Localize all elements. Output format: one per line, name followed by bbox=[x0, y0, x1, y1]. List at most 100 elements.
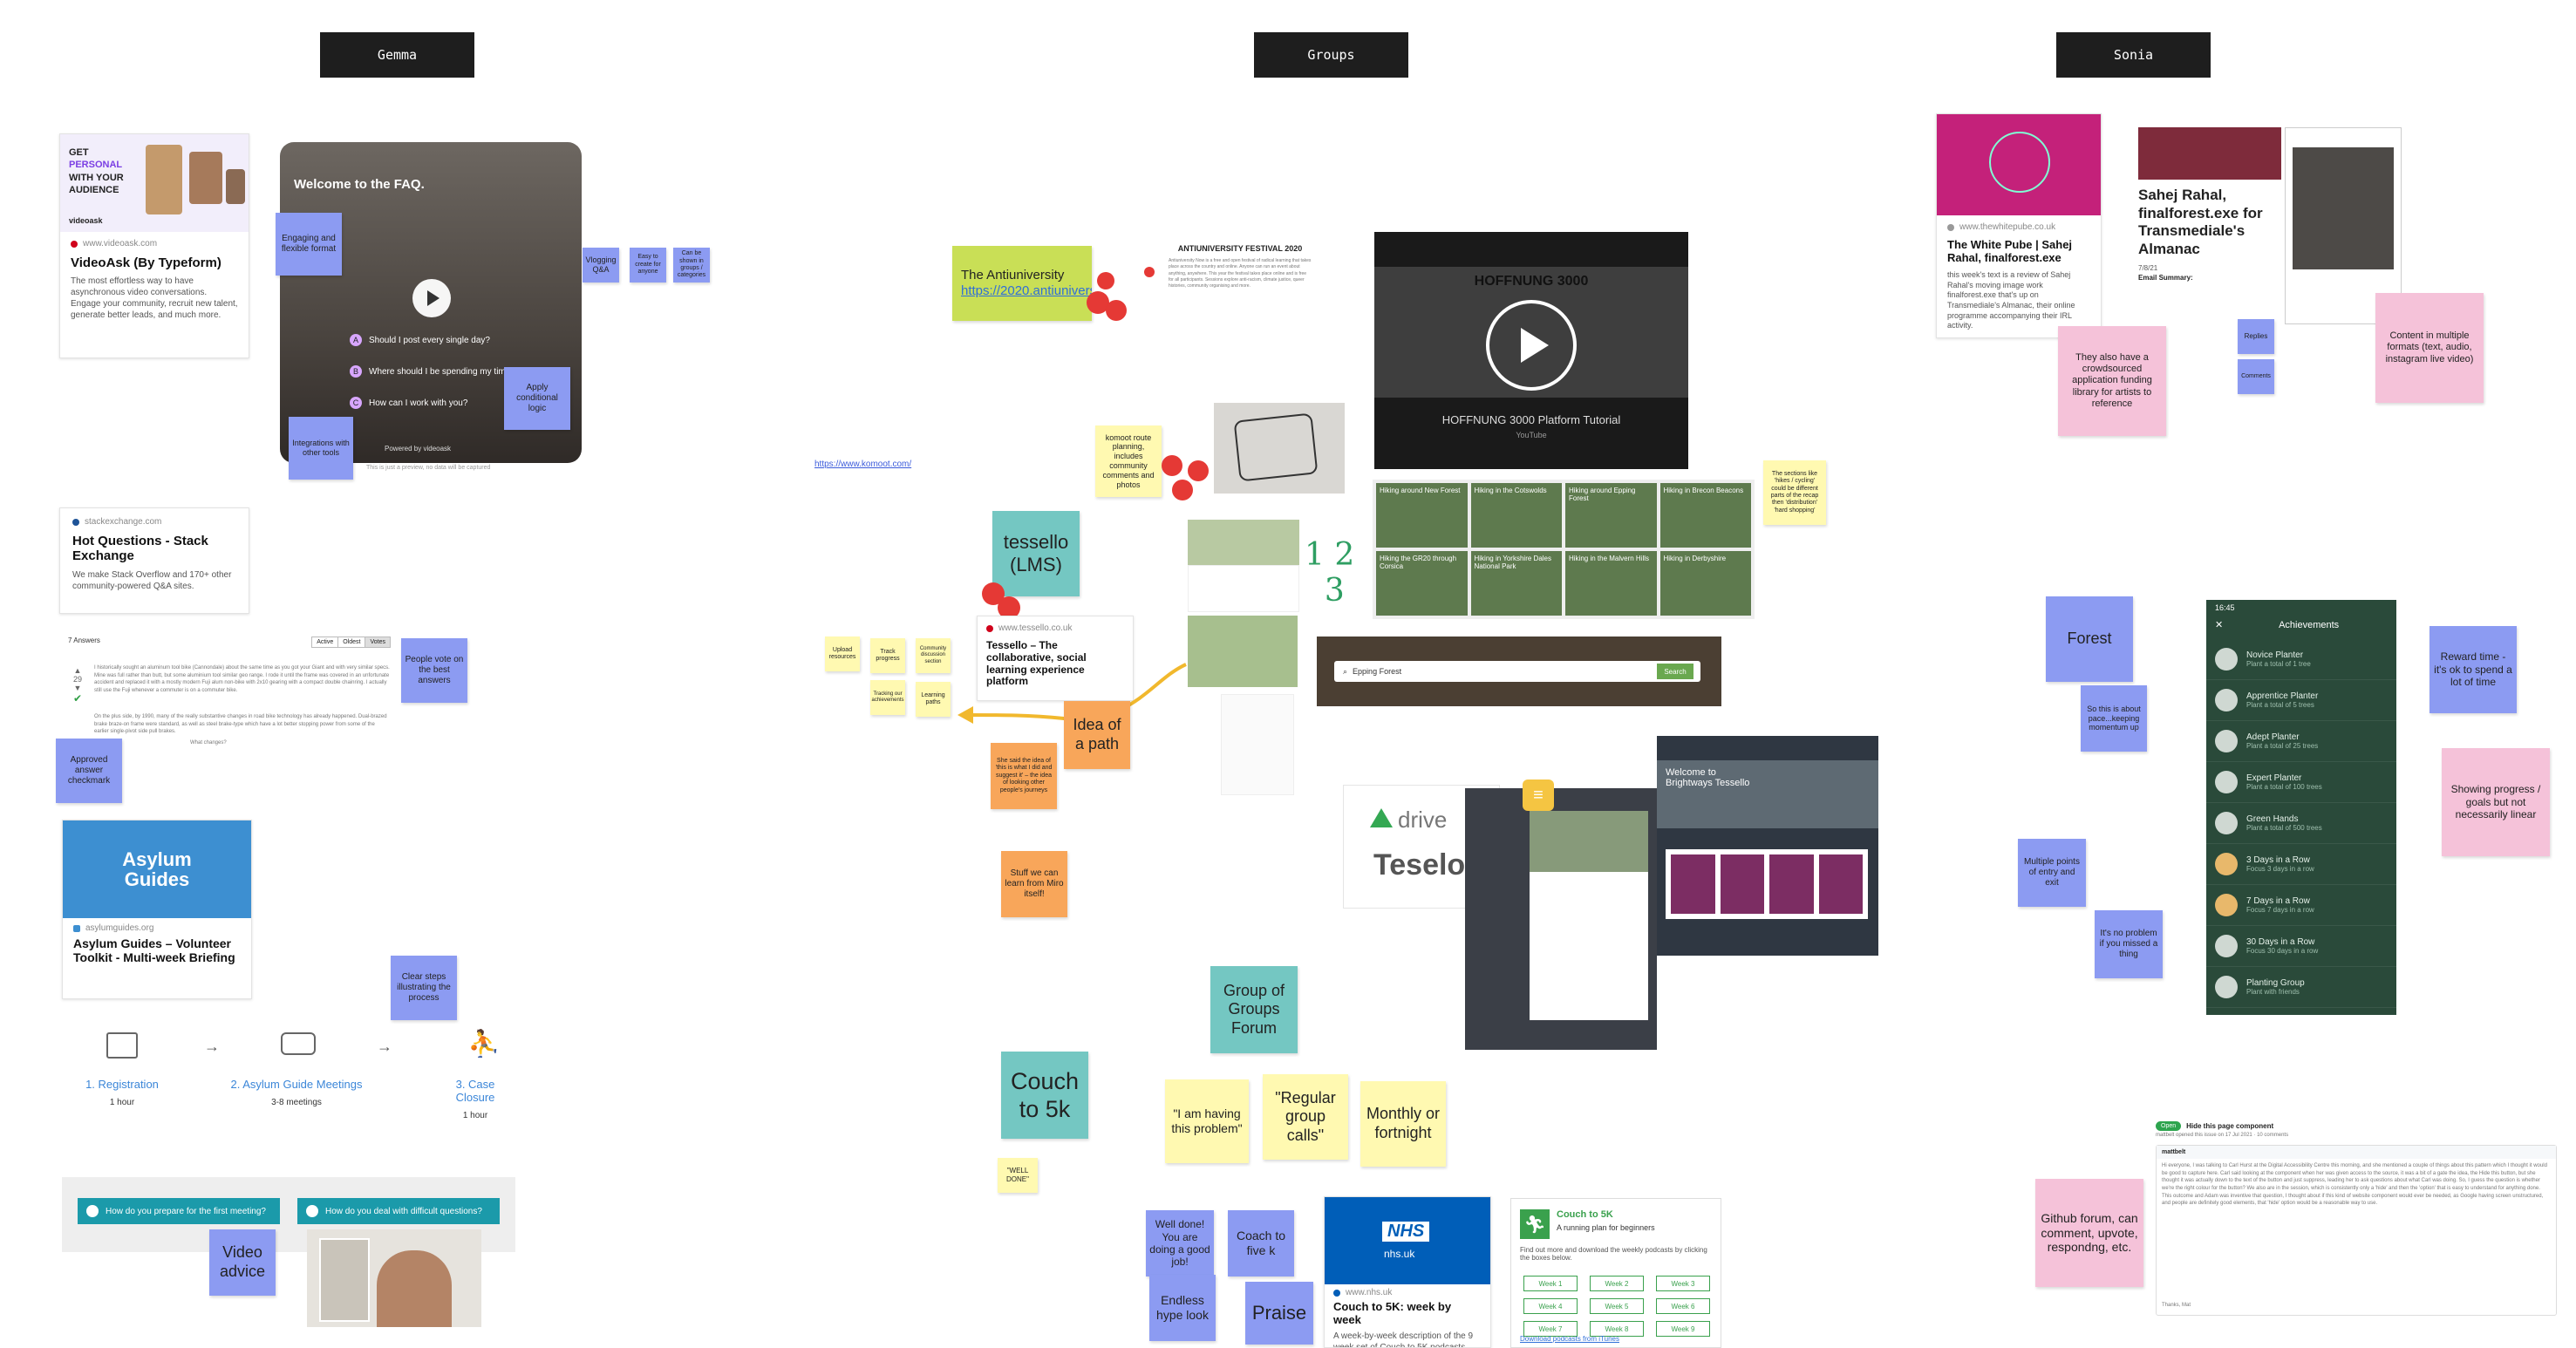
sticky-note[interactable]: Stuff we can learn from Miro itself! bbox=[1001, 851, 1067, 917]
achievement-row[interactable]: Green Hands Plant a total of 500 trees bbox=[2206, 803, 2396, 844]
sticky-note[interactable]: Monthly or fortnight bbox=[1360, 1081, 1446, 1167]
sort-tab[interactable]: Oldest bbox=[338, 637, 366, 647]
komoot-link[interactable]: https://www.komoot.com/ bbox=[814, 460, 911, 469]
sticky-note[interactable]: The sections like 'hikes / cycling' coul… bbox=[1763, 460, 1826, 525]
sticky-note[interactable]: Well done! You are doing a good job! bbox=[1146, 1210, 1214, 1277]
sticky-note[interactable]: It's no problem if you missed a thing bbox=[2095, 910, 2163, 978]
achievement-row[interactable]: Adept Planter Plant a total of 25 trees bbox=[2206, 721, 2396, 762]
week-button[interactable]: Week 3 bbox=[1656, 1276, 1710, 1291]
sticky-note[interactable]: komoot route planning, includes communit… bbox=[1095, 426, 1162, 497]
achievement-row[interactable]: 7 Days in a Row Focus 7 days in a row bbox=[2206, 885, 2396, 926]
app-screenshot bbox=[1221, 694, 1294, 795]
search-button[interactable]: Search bbox=[1657, 664, 1693, 679]
sort-tab[interactable]: Votes bbox=[365, 637, 390, 647]
sticky-note[interactable]: Idea of a path bbox=[1064, 701, 1130, 769]
sticky-note[interactable]: Replies bbox=[2238, 319, 2274, 354]
sticky-note[interactable]: Reward time - it's ok to spend a lot of … bbox=[2429, 626, 2517, 713]
sticky-note[interactable]: Apply conditional logic bbox=[504, 367, 570, 430]
sticky-note[interactable]: Forest bbox=[2046, 596, 2133, 682]
nhs-card[interactable]: NHS nhs.uk www.nhs.uk Couch to 5K: week … bbox=[1324, 1196, 1491, 1348]
sticky-note[interactable]: Integrations with other tools bbox=[289, 417, 353, 480]
antiuniversity-link[interactable]: https://2020.antiuniversity.org/ bbox=[961, 283, 1092, 299]
week-button[interactable]: Week 4 bbox=[1523, 1298, 1578, 1314]
videoask-banner: GET PERSONAL WITH YOUR AUDIENCE videoask bbox=[60, 134, 249, 232]
chat-icon[interactable]: ≡ bbox=[1523, 780, 1554, 811]
sticky-note[interactable]: Approved answer checkmark bbox=[56, 739, 122, 803]
hike-card[interactable]: Hiking around New Forest bbox=[1376, 483, 1468, 548]
week-button[interactable]: Week 1 bbox=[1523, 1276, 1578, 1291]
sticky-note[interactable]: tessello (LMS) bbox=[992, 511, 1080, 596]
hoffnung-video[interactable]: HOFFNUNG 3000 HOFFNUNG 3000 Platform Tut… bbox=[1374, 232, 1688, 469]
video-question[interactable]: B Where should I be spending my time? bbox=[350, 365, 515, 378]
sticky-note[interactable]: Coach to five k bbox=[1228, 1210, 1294, 1277]
c25k-footer-link[interactable]: Download podcasts from iTunes bbox=[1520, 1335, 1619, 1343]
hike-card[interactable]: Hiking in the Cotswolds bbox=[1470, 483, 1562, 548]
sticky-note[interactable]: Learning paths bbox=[916, 682, 951, 717]
week-button[interactable]: Week 6 bbox=[1656, 1298, 1710, 1314]
close-icon[interactable]: ✕ bbox=[2215, 619, 2223, 630]
achievement-row[interactable]: Apprentice Planter Plant a total of 5 tre… bbox=[2206, 680, 2396, 721]
sticky-note[interactable]: "WELL DONE" bbox=[998, 1158, 1038, 1193]
prep-button[interactable]: How do you prepare for the first meeting… bbox=[78, 1198, 280, 1224]
hike-card[interactable]: Hiking in Brecon Beacons bbox=[1659, 483, 1751, 548]
sticky-note[interactable]: Tracking our achievements bbox=[870, 680, 905, 715]
achievement-row[interactable]: Planting Group Plant with friends bbox=[2206, 967, 2396, 1008]
sticky-note[interactable]: Showing progress / goals but not necessa… bbox=[2442, 748, 2550, 856]
sticky-note[interactable]: Couch to 5k bbox=[1001, 1052, 1088, 1139]
play-icon[interactable] bbox=[1486, 300, 1577, 391]
sticky-note[interactable]: Community discussion section bbox=[916, 638, 951, 673]
week-button[interactable]: Week 9 bbox=[1656, 1321, 1710, 1337]
achievement-row[interactable]: Expert Planter Plant a total of 100 trees bbox=[2206, 762, 2396, 803]
achievement-row[interactable]: 30 Days in a Row Focus 30 days in a row bbox=[2206, 926, 2396, 967]
sticky-note[interactable]: Group of Groups Forum bbox=[1210, 966, 1298, 1053]
sticky-note[interactable]: Endless hype look bbox=[1149, 1275, 1216, 1341]
sticky-note[interactable]: Vlogging Q&A bbox=[583, 248, 619, 283]
sticky-note[interactable]: She said the idea of 'this is what I did… bbox=[991, 743, 1057, 809]
sticky-note[interactable]: So this is about pace...keeping momentum… bbox=[2081, 685, 2147, 752]
upvote-icon[interactable]: ▲ bbox=[72, 666, 84, 675]
sticky-note[interactable]: Engaging and flexible format bbox=[276, 213, 342, 276]
sticky-note[interactable]: Easy to create for anyone bbox=[630, 248, 666, 283]
sticky-note[interactable]: "I am having this problem" bbox=[1165, 1079, 1249, 1163]
downvote-icon[interactable]: ▼ bbox=[72, 684, 84, 692]
sticky-note[interactable]: Comments bbox=[2238, 359, 2274, 394]
sticky-note[interactable]: Track progress bbox=[870, 638, 905, 673]
almanac-article: Sahej Rahal, finalforest.exe for Transme… bbox=[2138, 127, 2281, 331]
sticky-note[interactable]: People vote on the best answers bbox=[401, 638, 467, 703]
video-advice-thumbnail[interactable] bbox=[307, 1229, 481, 1327]
hike-card[interactable]: Hiking in the Malvern Hills bbox=[1565, 551, 1657, 616]
week-button[interactable]: Week 2 bbox=[1590, 1276, 1644, 1291]
hike-card[interactable]: Hiking around Epping Forest bbox=[1565, 483, 1657, 548]
sticky-note[interactable]: Multiple points of entry and exit bbox=[2018, 839, 2086, 907]
sticky-note[interactable]: They also have a crowdsourced applicatio… bbox=[2058, 326, 2166, 436]
hike-card[interactable]: Hiking in Derbyshire bbox=[1659, 551, 1751, 616]
achievement-row[interactable]: Novice Planter Plant a total of 1 tree bbox=[2206, 639, 2396, 680]
week-button[interactable]: Week 5 bbox=[1590, 1298, 1644, 1314]
video-question[interactable]: C How can I work with you? bbox=[350, 397, 515, 409]
achievement-row[interactable]: 3 Days in a Row Focus 3 days in a row bbox=[2206, 844, 2396, 885]
sticky-note[interactable]: Can be shown in groups / categories bbox=[673, 248, 710, 283]
search-icon: ⌕ bbox=[1343, 666, 1348, 676]
hike-card[interactable]: Hiking in Yorkshire Dales National Park bbox=[1470, 551, 1562, 616]
white-pube-card[interactable]: www.thewhitepube.co.uk The White Pube | … bbox=[1936, 113, 2102, 338]
sticky-note[interactable]: Clear steps illustrating the process bbox=[391, 956, 457, 1020]
search-input[interactable]: ⌕ Epping Forest bbox=[1334, 661, 1700, 682]
hike-card[interactable]: Hiking the GR20 through Corsica bbox=[1376, 551, 1468, 616]
videoask-card[interactable]: GET PERSONAL WITH YOUR AUDIENCE videoask… bbox=[59, 133, 249, 358]
sticky-note[interactable]: Video advice bbox=[209, 1229, 276, 1296]
sticky-note[interactable]: Praise bbox=[1245, 1282, 1313, 1345]
sort-tab[interactable]: Active bbox=[312, 637, 339, 647]
stackexchange-card[interactable]: stackexchange.com Hot Questions - Stack … bbox=[59, 507, 249, 614]
asylum-card[interactable]: Asylum Guides asylumguides.org Asylum Gu… bbox=[62, 820, 252, 999]
sticky-note[interactable]: The Antiuniversity https://2020.antiuniv… bbox=[952, 246, 1092, 321]
prep-button[interactable]: How do you deal with difficult questions… bbox=[297, 1198, 500, 1224]
drive-logo: drive bbox=[1398, 807, 1448, 833]
video-question[interactable]: A Should I post every single day? bbox=[350, 334, 515, 346]
process-steps: → → ⛹ 1. Registration 1 hour 2. Asylum Gu… bbox=[61, 1029, 515, 1134]
play-icon[interactable] bbox=[412, 279, 451, 317]
sticky-note[interactable]: Github forum, can comment, upvote, respo… bbox=[2035, 1179, 2143, 1287]
sticky-note[interactable]: Content in multiple formats (text, audio… bbox=[2375, 293, 2484, 403]
sticky-note[interactable]: "Regular group calls" bbox=[1263, 1074, 1348, 1160]
sticky-note[interactable]: Upload resources bbox=[825, 637, 860, 671]
chat-icon bbox=[281, 1032, 316, 1055]
